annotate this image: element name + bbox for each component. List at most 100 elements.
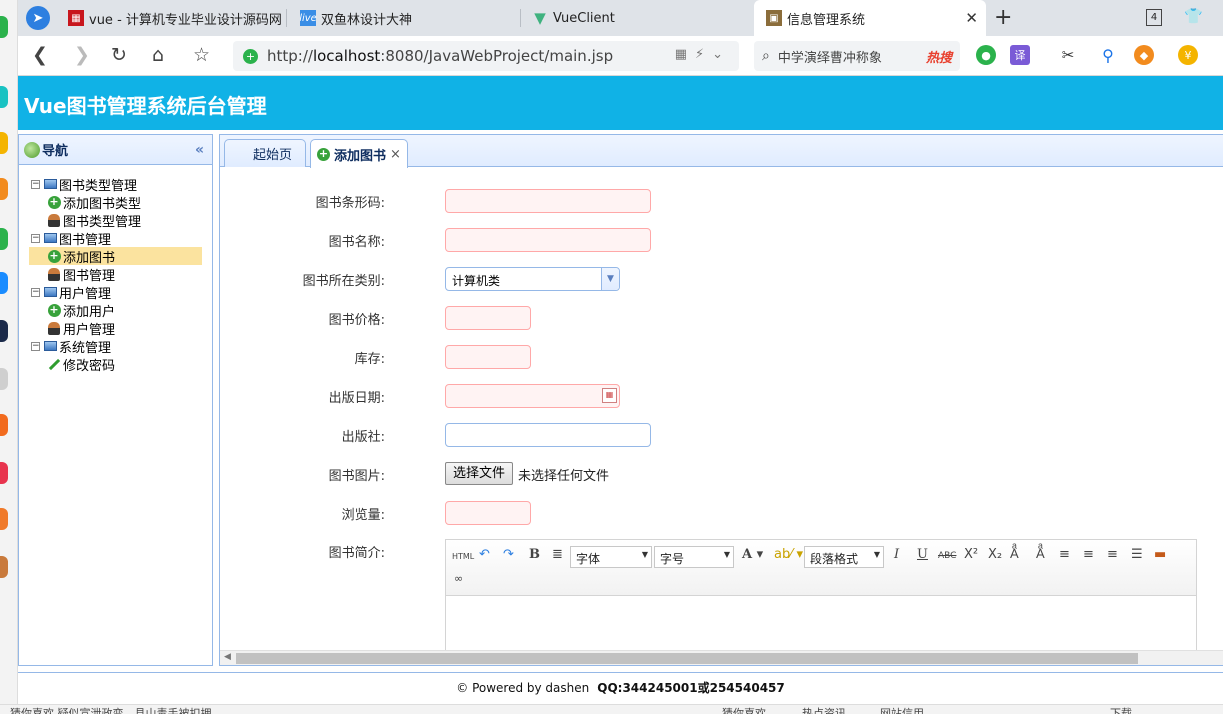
browser-tab[interactable]: ▦ vue - 计算机专业毕业设计源码网: [68, 0, 288, 36]
scroll-left-icon[interactable]: ◀: [224, 652, 231, 662]
tab-count-badge[interactable]: 4: [1146, 9, 1162, 26]
publish-date-input[interactable]: ▦: [445, 384, 620, 408]
justify-icon[interactable]: ☰: [1131, 547, 1143, 563]
app-icon[interactable]: [0, 414, 8, 436]
app-icon[interactable]: [0, 16, 8, 38]
browser-tab-active[interactable]: ▣ 信息管理系统 ✕: [754, 0, 986, 36]
url-actions-icon[interactable]: ▦⚡⌄: [675, 47, 731, 62]
close-icon[interactable]: ✕: [965, 9, 978, 27]
html-source-button[interactable]: HTML: [452, 549, 474, 565]
tab-home[interactable]: 起始页: [224, 139, 306, 167]
strikethrough-icon[interactable]: ABC: [938, 548, 956, 564]
clear-format-icon[interactable]: ≣: [552, 547, 563, 563]
tree-group-book[interactable]: − 图书管理: [31, 229, 212, 248]
app-icon[interactable]: [0, 320, 8, 342]
app-icon[interactable]: [0, 556, 8, 578]
chevron-down-icon[interactable]: ▼: [601, 268, 619, 290]
views-input[interactable]: [445, 501, 531, 525]
tree-group-system[interactable]: − 系统管理: [31, 337, 212, 356]
app-icon[interactable]: [0, 272, 8, 294]
app-title: Vue图书管理系统后台管理: [24, 94, 267, 118]
skin-icon[interactable]: 👕: [1184, 7, 1203, 25]
price-input[interactable]: [445, 306, 531, 330]
tab-add-book[interactable]: + 添加图书 ×: [310, 139, 408, 168]
font-size-select[interactable]: 字号 ▼: [654, 546, 734, 568]
app-icon[interactable]: [0, 178, 8, 200]
bold-icon[interactable]: B: [529, 547, 540, 563]
browser-tab[interactable]: live 双鱼林设计大神: [300, 0, 510, 36]
shield-badge-icon[interactable]: ¥: [1178, 45, 1198, 65]
stock-input[interactable]: [445, 345, 531, 369]
link-icon[interactable]: ∞: [454, 571, 463, 587]
collapse-toggle-icon[interactable]: −: [31, 341, 40, 351]
extension-icon[interactable]: ●: [976, 45, 996, 65]
search-input[interactable]: ⌕ 中学演绎曹冲称象 热搜: [754, 41, 960, 71]
tree-item-add-book-type[interactable]: + 添加图书类型: [31, 193, 212, 212]
status-item[interactable]: 下载: [1110, 705, 1132, 714]
superscript-icon[interactable]: X²: [964, 547, 978, 563]
collapse-toggle-icon[interactable]: −: [31, 233, 40, 243]
hot-search-badge[interactable]: 热搜: [926, 47, 952, 66]
browser-nav-icon[interactable]: ➤: [26, 6, 50, 30]
browser-tab[interactable]: ▼ VueClient: [532, 0, 732, 36]
choose-file-button[interactable]: 选择文件: [445, 462, 514, 485]
collapse-icon[interactable]: «: [195, 142, 204, 158]
calendar-icon[interactable]: ▦: [602, 388, 617, 403]
align-center-icon[interactable]: ≡: [1107, 547, 1118, 563]
translate-icon[interactable]: 译: [1010, 45, 1030, 65]
insert-image-icon[interactable]: ▬: [1154, 547, 1166, 563]
address-bar[interactable]: + http://localhost:8080/JavaWebProject/m…: [233, 41, 739, 71]
status-item[interactable]: 网站信用: [880, 705, 924, 714]
back-icon[interactable]: ❮: [32, 44, 48, 66]
scrollbar-thumb[interactable]: [236, 653, 1138, 664]
app-icon[interactable]: [0, 228, 8, 250]
font-color-icon[interactable]: A ▾: [742, 547, 763, 563]
font-family-select[interactable]: 字体 ▼: [570, 546, 652, 568]
underline-icon[interactable]: U: [917, 547, 928, 563]
tree-group-book-type[interactable]: − 图书类型管理: [31, 175, 212, 194]
remove-format-icon[interactable]: Aͣ: [1036, 547, 1045, 563]
book-name-input[interactable]: [445, 228, 651, 252]
app-icon[interactable]: [0, 132, 8, 154]
app-icon[interactable]: [0, 462, 8, 484]
tree-item-label: 添加图书: [63, 250, 116, 266]
reload-icon[interactable]: ↻: [111, 44, 127, 66]
tree-item-book-type-manage[interactable]: 图书类型管理: [31, 211, 212, 230]
tree-item-user-manage[interactable]: 用户管理: [31, 319, 212, 338]
star-icon[interactable]: ☆: [193, 44, 210, 66]
barcode-input[interactable]: [445, 189, 651, 213]
collapse-toggle-icon[interactable]: −: [31, 287, 40, 297]
magnifier-icon[interactable]: ⚲: [1098, 45, 1118, 65]
italic-icon[interactable]: I: [894, 547, 899, 563]
game-icon[interactable]: ◆: [1134, 45, 1154, 65]
tree-item-book-manage[interactable]: 图书管理: [31, 265, 212, 284]
category-select[interactable]: 计算机类 ▼: [445, 267, 620, 291]
scissors-icon[interactable]: ✂: [1058, 45, 1078, 65]
publisher-input[interactable]: [445, 423, 651, 447]
forward-icon[interactable]: ❯: [74, 44, 90, 66]
undo-icon[interactable]: ↶: [479, 547, 490, 563]
tree-group-user[interactable]: − 用户管理: [31, 283, 212, 302]
app-icon[interactable]: [0, 508, 8, 530]
tree-item-change-password[interactable]: 修改密码: [31, 355, 212, 374]
status-item[interactable]: 猜你喜欢: [722, 705, 766, 714]
status-news-text[interactable]: 猜你喜欢 疑似宣泄政变，县山毒手被扣押: [10, 705, 212, 714]
new-tab-icon[interactable]: +: [994, 5, 1012, 30]
tree-item-add-book[interactable]: + 添加图书: [29, 247, 202, 266]
highlight-icon[interactable]: ab⁄ ▾: [774, 547, 803, 563]
app-icon[interactable]: [0, 368, 8, 390]
subscript-icon[interactable]: X₂: [988, 547, 1002, 563]
app-icon[interactable]: [0, 86, 8, 108]
close-icon[interactable]: ×: [390, 147, 401, 162]
home-icon[interactable]: ⌂: [152, 44, 164, 66]
align-left-icon[interactable]: ≡: [1059, 547, 1070, 563]
tree-item-add-user[interactable]: + 添加用户: [31, 301, 212, 320]
format-brush-icon[interactable]: Aͣ: [1010, 547, 1019, 563]
horizontal-scrollbar[interactable]: ◀: [220, 650, 1223, 665]
redo-icon[interactable]: ↷: [503, 547, 514, 563]
rich-text-editor[interactable]: HTML ↶ ↷ B ≣ 字体 ▼ 字号 ▼ A ▾ ab⁄ ▾ 段落格式 ▼: [445, 539, 1197, 665]
align-right-icon[interactable]: ≡: [1083, 547, 1094, 563]
collapse-toggle-icon[interactable]: −: [31, 179, 40, 189]
status-item[interactable]: 热点资讯: [802, 705, 846, 714]
paragraph-format-select[interactable]: 段落格式 ▼: [804, 546, 884, 568]
